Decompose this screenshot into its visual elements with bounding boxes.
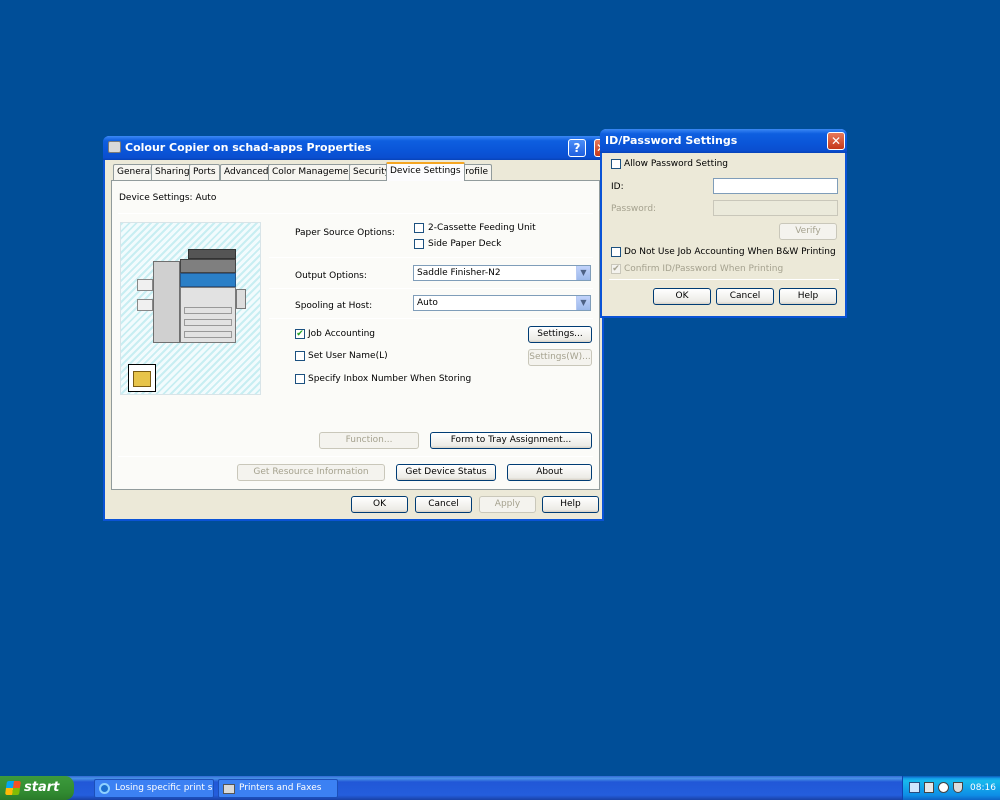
tab-color-management[interactable]: Color Management <box>268 164 362 180</box>
task-label: Losing specific print s... <box>115 783 214 793</box>
start-button[interactable]: start <box>0 776 74 800</box>
set-user-name-checkbox[interactable] <box>295 351 305 361</box>
task-losing-print[interactable]: Losing specific print s... <box>94 779 214 798</box>
tab-sharing[interactable]: Sharing <box>151 164 194 180</box>
job-accounting-checkbox[interactable]: ✔ <box>295 329 305 339</box>
system-tray: 08:16 <box>902 776 1000 800</box>
chevron-down-icon: ▼ <box>576 266 590 280</box>
job-accounting-settings-button[interactable]: Settings... <box>528 326 592 343</box>
taskbar: start Losing specific print s... Printer… <box>0 776 1000 800</box>
device-settings-label: Device Settings: Auto <box>119 193 217 203</box>
id-password-dialog: ID/Password Settings ✕ Allow Password Se… <box>600 129 847 318</box>
output-options-select[interactable]: Saddle Finisher-N2 ▼ <box>413 265 591 281</box>
properties-title: Colour Copier on schad-apps Properties <box>125 141 372 154</box>
output-options-value: Saddle Finisher-N2 <box>417 268 501 278</box>
shield-icon[interactable] <box>953 782 963 793</box>
printer-folder-icon <box>223 784 235 794</box>
idpw-help-button[interactable]: Help <box>779 288 837 305</box>
idpw-ok-button[interactable]: OK <box>653 288 711 305</box>
task-label: Printers and Faxes <box>239 783 322 793</box>
form-to-tray-button[interactable]: Form to Tray Assignment... <box>430 432 592 449</box>
output-options-label: Output Options: <box>295 271 367 281</box>
cassette-checkbox[interactable] <box>414 223 424 233</box>
close-icon[interactable]: ✕ <box>827 132 845 150</box>
set-user-name-label: Set User Name(L) <box>308 351 388 361</box>
verify-button[interactable]: Verify <box>779 223 837 240</box>
allow-password-label: Allow Password Setting <box>624 159 729 169</box>
get-device-status-button[interactable]: Get Device Status <box>396 464 496 481</box>
tab-device-settings[interactable]: Device Settings <box>386 162 465 181</box>
printer-icon <box>108 141 121 153</box>
inbox-number-label: Specify Inbox Number When Storing <box>308 374 472 384</box>
spooling-label: Spooling at Host: <box>295 301 373 311</box>
side-deck-label: Side Paper Deck <box>428 239 502 249</box>
task-printers-and-faxes[interactable]: Printers and Faxes <box>218 779 338 798</box>
cancel-button[interactable]: Cancel <box>415 496 472 513</box>
id-label: ID: <box>611 182 624 192</box>
get-resource-button[interactable]: Get Resource Information <box>237 464 385 481</box>
id-input[interactable] <box>713 178 838 194</box>
tab-advanced[interactable]: Advanced <box>220 164 273 180</box>
password-input[interactable] <box>713 200 838 216</box>
idpw-titlebar[interactable]: ID/Password Settings ✕ <box>600 129 847 153</box>
job-accounting-label: Job Accounting <box>308 329 375 339</box>
copier-illustration <box>133 249 246 345</box>
network-icon[interactable] <box>909 782 920 793</box>
confirm-password-checkbox[interactable]: ✔ <box>611 264 621 274</box>
idpw-title: ID/Password Settings <box>605 134 738 147</box>
device-settings-panel: Device Settings: Auto Paper Source Optio… <box>111 180 600 490</box>
chevron-down-icon: ▼ <box>576 296 590 310</box>
set-user-settings-button[interactable]: Settings(W)... <box>528 349 592 366</box>
function-button[interactable]: Function... <box>319 432 419 449</box>
confirm-password-label: Confirm ID/Password When Printing <box>624 264 784 274</box>
printer-properties-dialog: Colour Copier on schad-apps Properties ?… <box>103 136 608 521</box>
about-button[interactable]: About <box>507 464 592 481</box>
printer-preview-image <box>120 222 261 395</box>
side-deck-checkbox[interactable] <box>414 239 424 249</box>
idpw-cancel-button[interactable]: Cancel <box>716 288 774 305</box>
windows-logo-icon <box>5 781 21 795</box>
properties-titlebar[interactable]: Colour Copier on schad-apps Properties ?… <box>103 136 608 160</box>
apply-button[interactable]: Apply <box>479 496 536 513</box>
spooling-value: Auto <box>417 298 438 308</box>
spooling-select[interactable]: Auto ▼ <box>413 295 591 311</box>
start-label: start <box>24 780 60 795</box>
help-button[interactable]: Help <box>542 496 599 513</box>
help-title-button[interactable]: ? <box>568 139 586 157</box>
paper-source-label: Paper Source Options: <box>295 228 395 238</box>
no-bw-accounting-label: Do Not Use Job Accounting When B&W Print… <box>624 247 836 257</box>
ok-button[interactable]: OK <box>351 496 408 513</box>
cassette-label: 2-Cassette Feeding Unit <box>428 223 536 233</box>
inbox-number-checkbox[interactable] <box>295 374 305 384</box>
tab-ports[interactable]: Ports <box>189 164 220 180</box>
allow-password-checkbox[interactable] <box>611 159 621 169</box>
accessory-icon[interactable] <box>128 364 156 392</box>
volume-icon[interactable] <box>924 782 934 793</box>
ie-icon <box>99 783 110 794</box>
password-label: Password: <box>611 204 657 214</box>
security-icon[interactable] <box>938 782 949 793</box>
clock[interactable]: 08:16 <box>970 783 996 793</box>
no-bw-accounting-checkbox[interactable] <box>611 247 621 257</box>
tab-general[interactable]: General <box>113 164 157 180</box>
